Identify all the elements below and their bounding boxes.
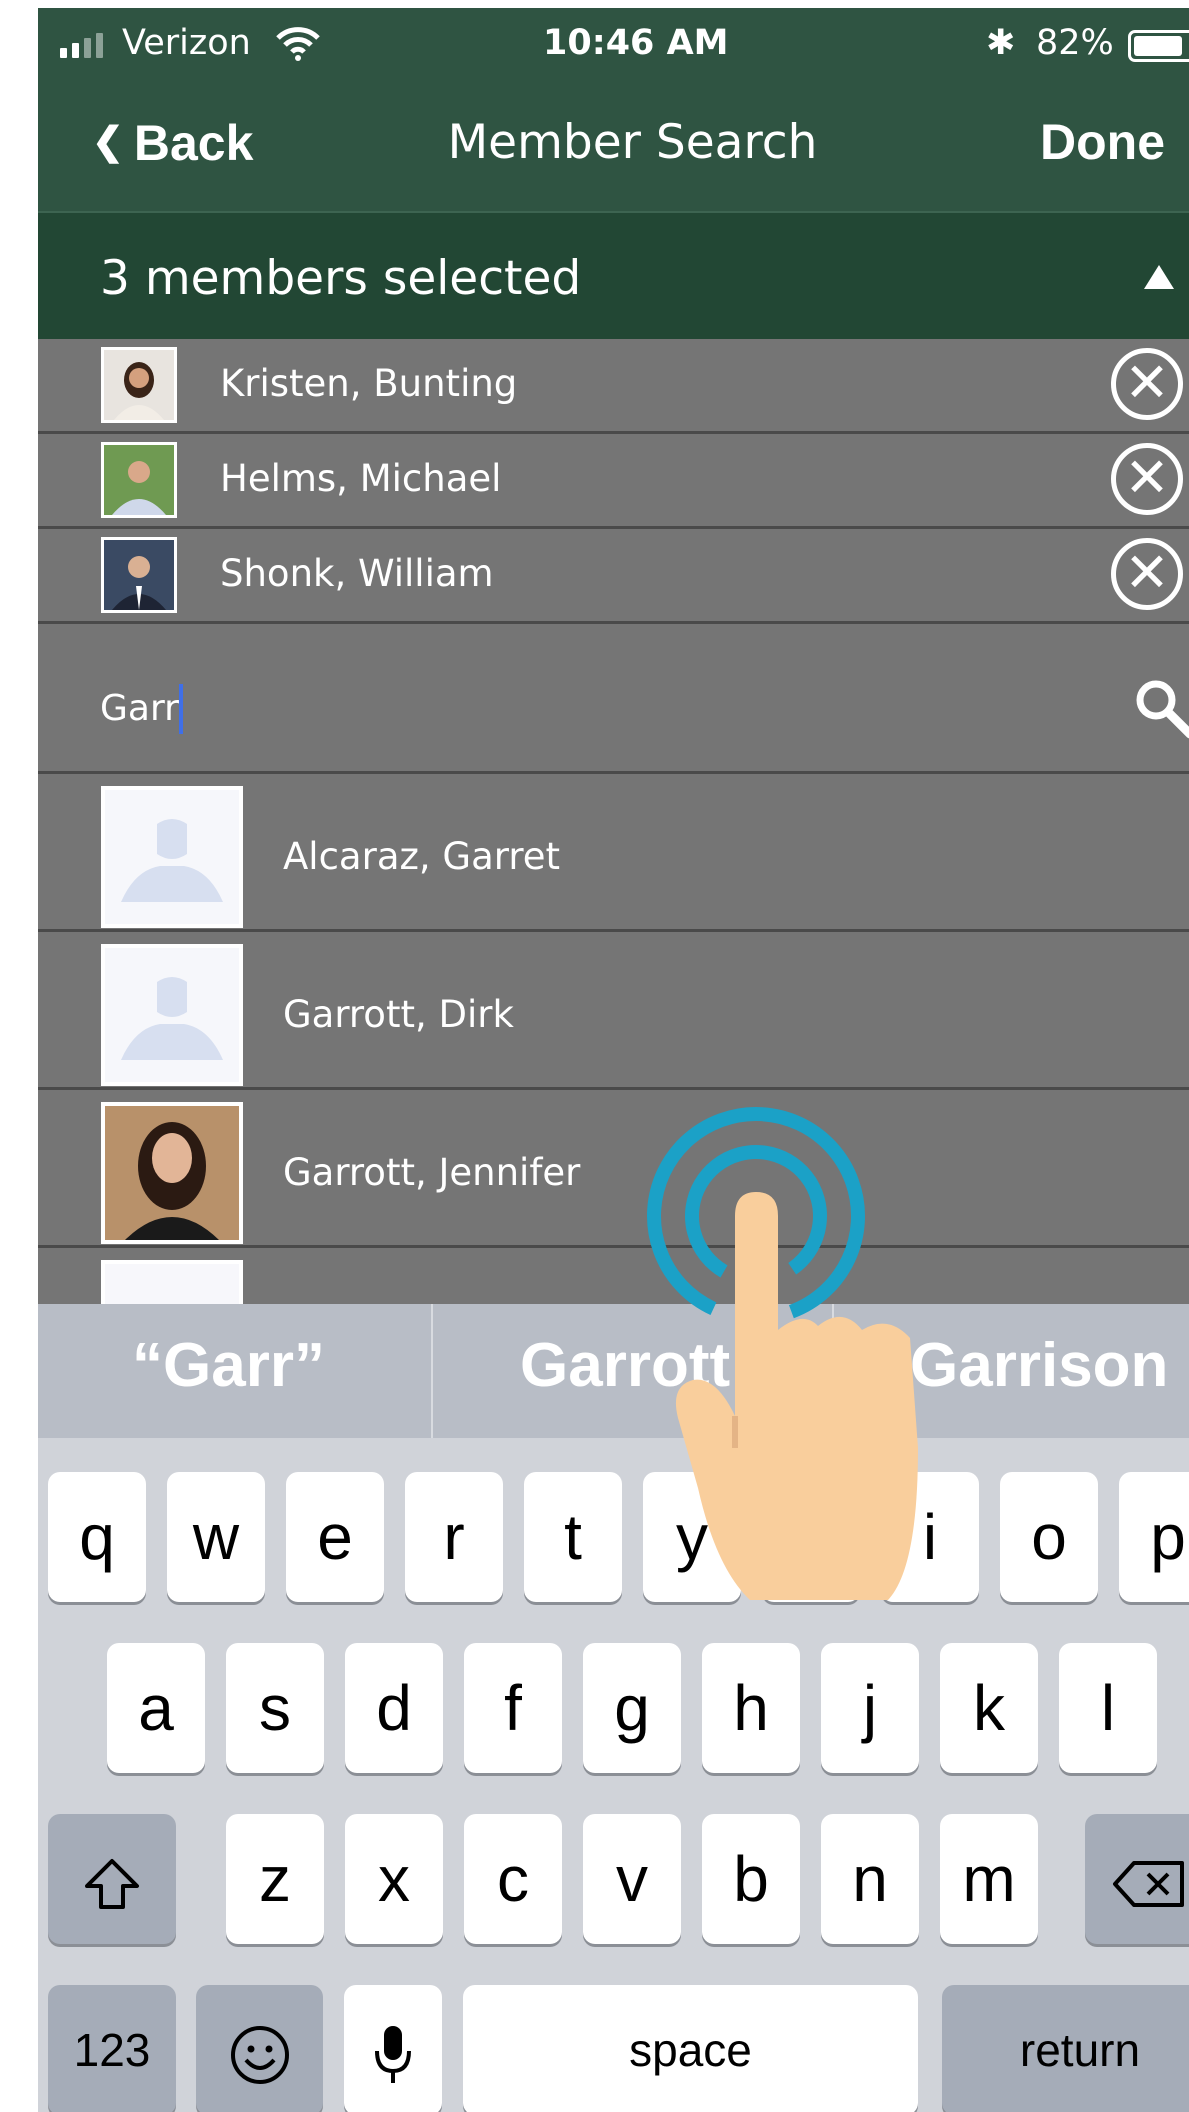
dictation-key[interactable] xyxy=(344,1985,442,2112)
backspace-key[interactable] xyxy=(1085,1814,1189,1944)
shift-key[interactable] xyxy=(48,1814,176,1944)
backspace-icon xyxy=(1113,1861,1184,1908)
text-caret xyxy=(179,684,183,734)
key-r[interactable]: r xyxy=(405,1472,503,1602)
search-result-row[interactable]: Garrott, Jennifer xyxy=(38,1090,1189,1248)
key-i[interactable]: i xyxy=(881,1472,979,1602)
key-q[interactable]: q xyxy=(48,1472,146,1602)
key-n[interactable]: n xyxy=(821,1814,919,1944)
navigation-header: Verizon 10:46 AM ✱ 82% ❮ Back Member Sear… xyxy=(38,8,1189,213)
search-result-row[interactable]: Alcaraz, Garret xyxy=(38,774,1189,932)
bluetooth-icon: ✱ xyxy=(986,23,1016,63)
key-p[interactable]: p xyxy=(1119,1472,1189,1602)
result-name: Garrott, Dirk xyxy=(283,993,514,1036)
remove-member-icon[interactable]: ✕ xyxy=(1111,443,1183,515)
battery-icon xyxy=(1128,30,1189,62)
space-key[interactable]: space xyxy=(463,1985,918,2112)
done-button[interactable]: Done xyxy=(1040,112,1165,172)
result-name: Garrott, Jennifer xyxy=(283,1151,581,1194)
selected-member-row: Shonk, William ✕ xyxy=(38,529,1189,624)
selected-count-label: 3 members selected xyxy=(100,251,582,306)
shift-icon xyxy=(85,1859,139,1910)
selected-member-row: Kristen, Bunting ✕ xyxy=(38,339,1189,434)
remove-member-icon[interactable]: ✕ xyxy=(1111,538,1183,610)
key-b[interactable]: b xyxy=(702,1814,800,1944)
search-icon[interactable] xyxy=(1134,678,1189,744)
numbers-key[interactable]: 123 xyxy=(48,1985,176,2112)
keyboard: “Garr” Garrott Garrison q w e r t y u i … xyxy=(38,1304,1189,2112)
avatar xyxy=(101,1102,243,1244)
remove-member-icon[interactable]: ✕ xyxy=(1111,348,1183,420)
phone-screen: Verizon 10:46 AM ✱ 82% ❮ Back Member Sear… xyxy=(38,8,1189,2112)
member-name: Shonk, William xyxy=(220,552,494,595)
key-v[interactable]: v xyxy=(583,1814,681,1944)
emoji-key[interactable] xyxy=(196,1985,323,2112)
search-input[interactable] xyxy=(100,686,1000,732)
key-t[interactable]: t xyxy=(524,1472,622,1602)
selected-member-row: Helms, Michael ✕ xyxy=(38,434,1189,529)
collapse-triangle-icon xyxy=(1144,265,1174,289)
default-avatar-icon xyxy=(101,944,243,1086)
key-s[interactable]: s xyxy=(226,1643,324,1773)
result-name: Alcaraz, Garret xyxy=(283,835,561,878)
key-x[interactable]: x xyxy=(345,1814,443,1944)
divider xyxy=(832,1304,834,1438)
prediction-right[interactable]: Garrison xyxy=(910,1326,1168,1406)
microphone-icon xyxy=(375,2026,411,2084)
key-o[interactable]: o xyxy=(1000,1472,1098,1602)
selected-members-toggle[interactable]: 3 members selected xyxy=(38,213,1189,339)
emoji-icon xyxy=(230,2026,289,2085)
member-name: Helms, Michael xyxy=(220,457,502,500)
key-f[interactable]: f xyxy=(464,1643,562,1773)
predictive-text-bar: “Garr” Garrott Garrison xyxy=(38,1304,1189,1438)
page-title: Member Search xyxy=(447,115,818,170)
avatar xyxy=(101,442,177,518)
key-a[interactable]: a xyxy=(107,1643,205,1773)
key-w[interactable]: w xyxy=(167,1472,265,1602)
battery-percentage: 82% xyxy=(1036,23,1114,63)
key-d[interactable]: d xyxy=(345,1643,443,1773)
member-name: Kristen, Bunting xyxy=(220,362,518,405)
default-avatar-icon xyxy=(101,786,243,928)
divider xyxy=(431,1304,433,1438)
key-j[interactable]: j xyxy=(821,1643,919,1773)
return-key[interactable]: return xyxy=(942,1985,1189,2112)
key-e[interactable]: e xyxy=(286,1472,384,1602)
avatar xyxy=(101,347,177,423)
prediction-quoted[interactable]: “Garr” xyxy=(132,1326,325,1406)
key-l[interactable]: l xyxy=(1059,1643,1157,1773)
prediction-middle[interactable]: Garrott xyxy=(520,1326,730,1406)
key-z[interactable]: z xyxy=(226,1814,324,1944)
clock: 10:46 AM xyxy=(543,23,729,63)
key-c[interactable]: c xyxy=(464,1814,562,1944)
key-g[interactable]: g xyxy=(583,1643,681,1773)
key-u[interactable]: u xyxy=(762,1472,860,1602)
search-bar xyxy=(38,648,1189,774)
carrier-label: Verizon xyxy=(122,23,251,63)
key-m[interactable]: m xyxy=(940,1814,1038,1944)
avatar xyxy=(101,537,177,613)
key-y[interactable]: y xyxy=(643,1472,741,1602)
cell-signal-icon xyxy=(60,33,103,58)
wifi-icon xyxy=(275,26,321,72)
search-result-row[interactable]: Garrott, Dirk xyxy=(38,932,1189,1090)
key-h[interactable]: h xyxy=(702,1643,800,1773)
key-k[interactable]: k xyxy=(940,1643,1038,1773)
